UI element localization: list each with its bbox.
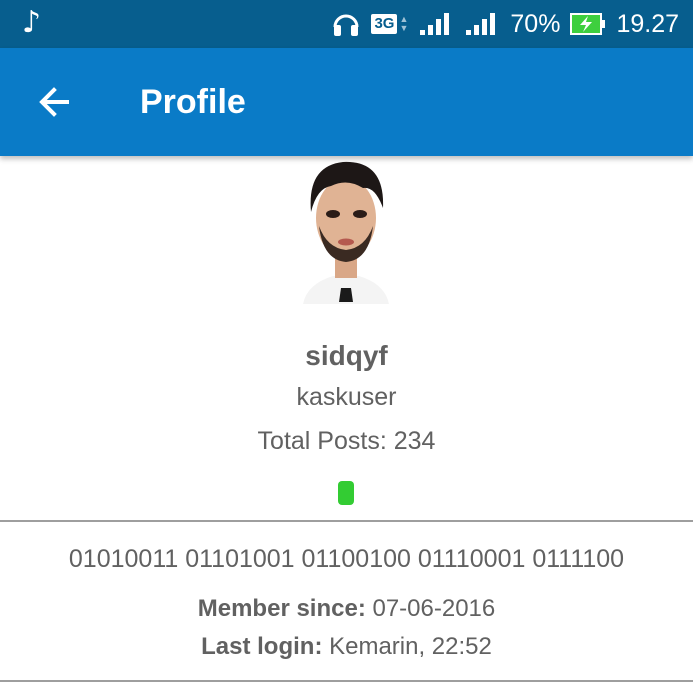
- app-bar: Profile: [0, 48, 693, 156]
- avatar[interactable]: [293, 156, 399, 304]
- username: sidqyf: [305, 340, 388, 371]
- last-login-value: Kemarin, 22:52: [322, 633, 492, 660]
- status-bar: ♪ 3G ▲ ▼ 70% 19.27: [0, 0, 693, 48]
- battery-charging-icon: [570, 13, 606, 35]
- music-note-icon: ♪: [22, 5, 42, 40]
- signal-strength-icon: [420, 13, 450, 35]
- member-since-value: 07-06-2016: [365, 595, 496, 622]
- page-title: Profile: [140, 83, 246, 121]
- online-status-indicator: [338, 481, 354, 505]
- divider: [0, 520, 693, 522]
- data-activity-icon: ▲ ▼: [399, 14, 409, 33]
- signal-strength-icon: [466, 13, 496, 35]
- last-login: Last login: Kemarin, 22:52: [0, 633, 693, 661]
- bio-text: 01010011 01101001 01100100 01110001 0111…: [68, 545, 625, 573]
- headphones-icon: [333, 14, 359, 36]
- total-posts: Total Posts: 234: [257, 427, 436, 455]
- divider: [0, 680, 693, 682]
- last-login-label: Last login:: [201, 633, 323, 660]
- member-since: Member since: 07-06-2016: [0, 595, 693, 623]
- network-type-badge: 3G ▲ ▼: [371, 14, 408, 34]
- arrow-left-icon: [39, 87, 69, 117]
- member-since-label: Member since:: [197, 595, 366, 622]
- clock: 19.27: [616, 9, 679, 38]
- battery-percent: 70%: [510, 9, 561, 38]
- status-icons: 3G ▲ ▼ 70% 19.27: [331, 0, 679, 48]
- user-title: kaskuser: [296, 383, 397, 411]
- network-type-label: 3G: [371, 14, 398, 34]
- back-button[interactable]: [28, 76, 80, 128]
